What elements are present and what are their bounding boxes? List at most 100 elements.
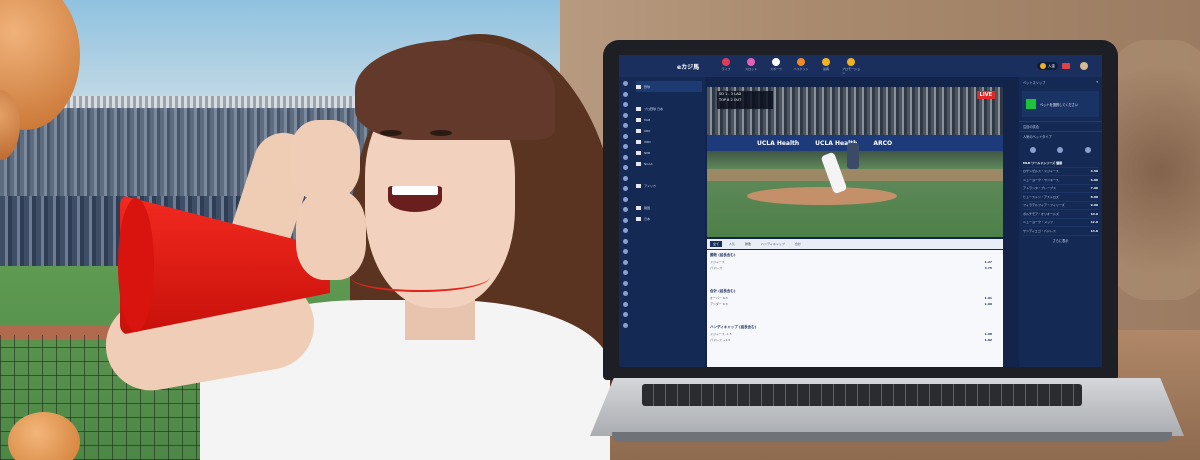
hand xyxy=(290,120,360,200)
sidebar-item[interactable] xyxy=(636,92,702,103)
sidebar-icon[interactable] xyxy=(623,154,628,160)
site-logo[interactable]: eカジ馬 xyxy=(677,62,711,71)
sidebar-item[interactable]: KBO xyxy=(636,125,702,136)
outright-row[interactable]: アトランタ・ブレーブス 7.00 xyxy=(1023,185,1098,193)
nav-item[interactable]: プロモーション xyxy=(842,57,860,75)
selection-name: オーバー 6.5 xyxy=(710,296,728,300)
outright-row[interactable]: ロサンゼルス・ドジャース 4.50 xyxy=(1023,168,1098,176)
sidebar-icon[interactable] xyxy=(623,91,628,97)
sidebar-icon[interactable] xyxy=(623,165,628,170)
outright-row[interactable]: ヒューストン・アストロズ 8.00 xyxy=(1023,193,1098,202)
sidebar-item[interactable]: NCAA xyxy=(636,158,702,169)
sidebar-icon[interactable] xyxy=(623,207,628,212)
team-name: ニューヨーク・メッツ xyxy=(1023,220,1053,225)
sidebar-item[interactable]: 韓国 xyxy=(636,202,702,213)
laptop-keyboard xyxy=(642,384,1082,406)
market-tab[interactable]: 人気 xyxy=(726,241,738,247)
sidebar-icon[interactable] xyxy=(623,175,628,181)
sidebar-icon[interactable] xyxy=(623,186,628,191)
stream-mound xyxy=(747,187,897,205)
sidebar-icon[interactable] xyxy=(623,249,628,254)
odds-row[interactable]: パドレス +1.5 1.82 xyxy=(707,337,1003,343)
show-more-link[interactable]: さらに表示 xyxy=(1019,236,1102,246)
sidebar-icon[interactable] xyxy=(623,301,628,307)
nav-icon xyxy=(822,57,830,66)
avatar[interactable] xyxy=(1080,62,1088,70)
sidebar-icon[interactable] xyxy=(623,81,628,86)
market-block: 勝敗 (延長含む) ドジャース 1.27 パドレス 3.75 xyxy=(707,252,1003,271)
nav-label: バスケット xyxy=(793,66,809,71)
team-name: ニューヨーク・ヤンキース xyxy=(1023,177,1059,182)
live-stream-player[interactable]: UCLA Health UCLA Health ARCO SD 1 - 3 LA… xyxy=(707,87,1003,237)
sidebar-icon[interactable] xyxy=(623,112,628,118)
sidebar-icon[interactable] xyxy=(623,123,628,128)
deposit-label: 入金 xyxy=(1048,63,1055,68)
sidebar-item[interactable]: 日本 xyxy=(636,213,702,224)
selection-name: パドレス +1.5 xyxy=(710,338,731,342)
sidebar-item[interactable] xyxy=(636,191,702,202)
pencil-icon[interactable] xyxy=(1057,147,1064,153)
outright-row[interactable]: ニューヨーク・ヤンキース 6.00 xyxy=(1023,176,1098,185)
soccer-icon[interactable] xyxy=(1029,147,1036,153)
market-tab[interactable]: ハンディキャップ xyxy=(758,241,788,247)
site-header: eカジ馬 ライブ スロット スポーツ バスケット 競馬 プロモーション 入金 xyxy=(619,55,1102,77)
sidebar-item[interactable]: MLB xyxy=(636,114,702,125)
odds-row[interactable]: パドレス 3.75 xyxy=(707,265,1003,271)
sidebar-icon[interactable] xyxy=(623,102,628,107)
market-tab[interactable]: 全て xyxy=(710,241,723,247)
odds-value: 8.00 xyxy=(1090,194,1098,199)
main-nav: ライブ スロット スポーツ バスケット 競馬 プロモーション xyxy=(717,57,860,75)
outright-row[interactable]: サンディエゴ・パドレス 14.0 xyxy=(1023,227,1098,236)
sidebar-icon[interactable] xyxy=(623,312,628,317)
sidebar-icon[interactable] xyxy=(623,322,628,328)
nav-label: スロット xyxy=(744,66,757,71)
sidebar-icon[interactable] xyxy=(623,238,628,244)
market-tab[interactable]: 合計 xyxy=(792,241,804,247)
odds-row[interactable]: アンダー 6.5 1.89 xyxy=(707,301,1003,307)
nav-item[interactable]: スロット xyxy=(742,57,760,75)
team-name: ボルチモア・オリオールズ xyxy=(1023,211,1060,216)
featured-section[interactable]: 注目の試合 xyxy=(1019,121,1102,131)
team-name: フィラデルフィア・フィリーズ xyxy=(1023,203,1065,208)
chevron-down-icon: ▾ xyxy=(1096,80,1098,84)
sidebar-item-label: NPB xyxy=(644,150,651,155)
team-name: アトランタ・ブレーブス xyxy=(1023,186,1056,191)
team-name: ヒューストン・アストロズ xyxy=(1023,194,1059,199)
basketball-icon[interactable] xyxy=(1085,147,1092,153)
nav-item[interactable]: バスケット xyxy=(792,57,810,75)
sidebar-item[interactable]: プロ野球 日本 xyxy=(636,103,702,114)
language-flag-icon[interactable] xyxy=(1062,63,1070,69)
nav-icon xyxy=(797,57,805,66)
nav-item[interactable]: 競馬 xyxy=(817,57,835,75)
popular-bets-section[interactable]: 人気のベットタイプ xyxy=(1019,131,1102,141)
sidebar-icon[interactable] xyxy=(623,280,628,286)
sidebar-icon[interactable] xyxy=(623,144,628,149)
nav-item[interactable]: ライブ xyxy=(717,57,735,75)
sidebar-icon[interactable] xyxy=(623,133,628,139)
selection-name: ドジャース -1.5 xyxy=(710,332,732,336)
sidebar-item[interactable]: WBC xyxy=(636,136,702,147)
outright-row[interactable]: フィラデルフィア・フィリーズ 9.00 xyxy=(1023,202,1098,210)
outright-row[interactable]: ニューヨーク・メッツ 12.0 xyxy=(1023,219,1098,227)
deposit-button[interactable]: 入金 xyxy=(1037,62,1058,70)
sidebar-icon[interactable] xyxy=(623,259,628,265)
odds-value: 1.89 xyxy=(984,302,992,306)
nav-item[interactable]: スポーツ xyxy=(767,57,785,75)
outright-row[interactable]: ボルチモア・オリオールズ 10.0 xyxy=(1023,210,1098,219)
sidebar-item[interactable]: アメリカ xyxy=(636,180,702,191)
sidebar-icon[interactable] xyxy=(623,228,628,233)
nav-label: スポーツ xyxy=(770,66,782,71)
market-tab[interactable]: 勝敗 xyxy=(742,241,754,247)
flag-icon xyxy=(636,106,641,111)
betslip-header[interactable]: ベットスリップ ▾ xyxy=(1019,77,1102,87)
betslip-icon xyxy=(1026,99,1036,109)
sidebar-item[interactable]: 野球 xyxy=(636,81,702,92)
sidebar-icon[interactable] xyxy=(623,196,628,202)
sidebar-item[interactable]: NPB xyxy=(636,147,702,158)
sidebar-icon[interactable] xyxy=(623,217,628,223)
sidebar-item[interactable] xyxy=(636,169,702,180)
sidebar-icon[interactable] xyxy=(623,270,628,275)
sidebar-icon[interactable] xyxy=(623,291,628,296)
megaphone-rim xyxy=(118,198,154,332)
odds-value: 7.00 xyxy=(1090,186,1098,191)
